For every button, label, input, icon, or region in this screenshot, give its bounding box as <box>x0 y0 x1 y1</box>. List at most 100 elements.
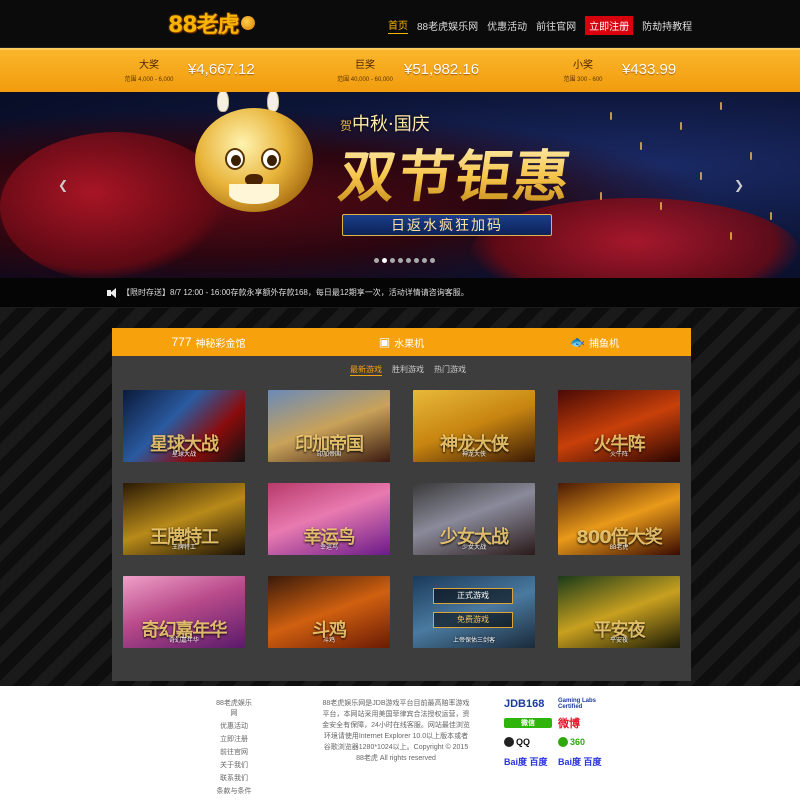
game-caption: 斗鸡 <box>322 638 335 644</box>
game-caption: 上帝保佑三剑客 <box>452 638 495 644</box>
carousel-dots <box>374 258 435 263</box>
footer: 88老虎娱乐网 优惠活动 立即注册 前往官网 关于我们 联系我们 条款与条件 8… <box>0 686 800 803</box>
game-play-buttons: 正式游戏 免费游戏 <box>433 588 513 628</box>
game-card[interactable]: 斗鸡 斗鸡 <box>268 576 390 648</box>
carousel-dot[interactable] <box>390 258 395 263</box>
carousel-dot[interactable] <box>382 258 387 263</box>
tab-fishing-machine[interactable]: 🐟 捕鱼机 <box>498 328 691 356</box>
baidu-logo-icon: Bai度 百度 <box>558 756 602 767</box>
jackpot-bar: 大奖 范围 4,000 - 6,000 ¥4,667.12 巨奖 范围 40,0… <box>0 48 800 92</box>
footer-link[interactable]: 关于我们 <box>213 760 255 770</box>
nav-entertainment[interactable]: 88老虎娱乐网 <box>417 18 478 33</box>
banner-title-big: 双节钜惠 <box>334 132 577 213</box>
game-caption: 火牛阵 <box>609 452 628 458</box>
partner-logos: JDB168 Gaming Labs Certified 微信 微博 QQ 36… <box>504 696 610 769</box>
game-caption: 神龙大侠 <box>461 452 486 458</box>
logo-text: 88老虎 <box>168 13 240 38</box>
play-free-button[interactable]: 免费游戏 <box>433 612 513 628</box>
carousel-dot[interactable] <box>406 258 411 263</box>
jackpot-name: 大奖 <box>139 60 159 71</box>
tab-label: 水果机 <box>394 338 425 350</box>
game-caption: 平安夜 <box>609 638 628 644</box>
game-card[interactable]: 正式游戏免费游戏上帝保佑三剑客 <box>413 576 535 648</box>
subtab-popular[interactable]: 热门游戏 <box>434 364 466 376</box>
game-category-tabs: 777 神秘彩金馆 ▣ 水果机 🐟 捕鱼机 <box>112 328 691 356</box>
top-header: 88老虎 首页 88老虎娱乐网 优惠活动 前往官网 立即注册 防劫持教程 <box>0 0 800 48</box>
game-card[interactable]: 印加帝国 印加帝国 <box>268 390 390 462</box>
tab-label: 捕鱼机 <box>588 338 619 350</box>
footer-link[interactable]: 优惠活动 <box>213 721 255 731</box>
wechat-logo-icon: 微信 <box>504 718 552 728</box>
jackpot-minor: 小奖 范围 300 - 600 ¥433.99 <box>554 56 676 83</box>
nav-anti-hijack-guide[interactable]: 防劫持教程 <box>642 18 692 33</box>
footer-link[interactable]: 88老虎娱乐网 <box>213 698 255 718</box>
carousel-dot[interactable] <box>422 258 427 263</box>
footer-link[interactable]: 联系我们 <box>213 773 255 783</box>
slot-777-icon: 777 <box>171 335 192 349</box>
game-card[interactable]: 王牌特工 王牌特工 <box>123 483 245 555</box>
game-card[interactable]: 平安夜 平安夜 <box>558 576 680 648</box>
footer-link[interactable]: 条款与条件 <box>213 786 255 796</box>
footer-link[interactable]: 立即注册 <box>213 734 255 744</box>
game-card[interactable]: 星球大战 星球大战 <box>123 390 245 462</box>
weibo-logo-icon: 微博 <box>558 718 580 730</box>
jackpot-range: 范围 40,000 - 60,000 <box>337 77 393 83</box>
site-logo[interactable]: 88老虎 <box>168 8 255 38</box>
game-subtabs: 最新游戏 胜利游戏 热门游戏 <box>350 364 466 376</box>
play-real-button[interactable]: 正式游戏 <box>433 588 513 604</box>
tab-fruit-machine[interactable]: ▣ 水果机 <box>305 328 498 356</box>
game-card[interactable]: 少女大战 少女大战 <box>413 483 535 555</box>
game-card[interactable]: 火牛阵 火牛阵 <box>558 390 680 462</box>
jackpot-name: 小奖 <box>573 60 593 71</box>
game-panel: 777 神秘彩金馆 ▣ 水果机 🐟 捕鱼机 最新游戏 胜利游戏 热门游戏 星球大… <box>112 328 691 681</box>
jdb-logo-icon: JDB168 <box>504 698 545 710</box>
game-card[interactable]: 800倍大奖 88老虎 <box>558 483 680 555</box>
subtab-winning[interactable]: 胜利游戏 <box>392 364 424 376</box>
carousel-dot[interactable] <box>430 258 435 263</box>
game-caption: 幸运鸟 <box>319 545 338 551</box>
nav-promotions[interactable]: 优惠活动 <box>487 18 527 33</box>
jackpot-range: 范围 300 - 600 <box>563 77 603 83</box>
promo-banner[interactable]: 贺中秋·国庆 双节钜惠 日返水疯狂加码 ❮ ❯ <box>0 92 800 278</box>
game-card[interactable]: 幸运鸟 幸运鸟 <box>268 483 390 555</box>
jackpot-major: 大奖 范围 4,000 - 6,000 ¥4,667.12 <box>120 56 255 83</box>
nav-home[interactable]: 首页 <box>388 17 408 34</box>
chevron-right-icon[interactable]: ❯ <box>734 178 744 192</box>
subtab-latest[interactable]: 最新游戏 <box>350 364 382 376</box>
tab-label: 神秘彩金馆 <box>195 338 246 350</box>
game-caption: 王牌特工 <box>171 545 196 551</box>
jackpot-name: 巨奖 <box>355 60 375 71</box>
carousel-dot[interactable] <box>398 258 403 263</box>
game-card[interactable]: 奇幻嘉年华 奇幻嘉年华 <box>123 576 245 648</box>
footer-links: 88老虎娱乐网 优惠活动 立即注册 前往官网 关于我们 联系我们 条款与条件 <box>213 698 255 796</box>
fruit-machine-icon: ▣ <box>378 335 391 349</box>
speaker-icon <box>107 288 117 298</box>
jackpot-amount: ¥4,667.12 <box>188 61 255 78</box>
baidu-logo-icon: Bai度 百度 <box>504 756 548 767</box>
footer-description: 88老虎娱乐网是JDB游戏平台目前最高赔率游戏平台，本网站采用美国菲律宾合法授权… <box>322 700 470 762</box>
register-button[interactable]: 立即注册 <box>585 16 634 35</box>
main-nav: 首页 88老虎娱乐网 优惠活动 前往官网 立即注册 防劫持教程 <box>388 16 692 35</box>
nav-official-site[interactable]: 前往官网 <box>536 18 576 33</box>
game-caption: 少女大战 <box>461 545 486 551</box>
game-grid: 星球大战 星球大战 印加帝国 印加帝国 神龙大侠 神龙大侠 火牛阵 火牛阵 王牌特工 王牌特工 幸运… <box>123 390 680 648</box>
gaming-labs-logo-icon: Gaming Labs Certified <box>558 698 597 710</box>
game-caption: 星球大战 <box>171 452 196 458</box>
banner-subtitle: 日返水疯狂加码 <box>342 214 552 236</box>
fish-icon: 🐟 <box>570 335 585 349</box>
game-card[interactable]: 神龙大侠 神龙大侠 <box>413 390 535 462</box>
carousel-dot[interactable] <box>414 258 419 263</box>
chevron-left-icon[interactable]: ❮ <box>58 178 68 192</box>
tab-mystery-jackpot[interactable]: 777 神秘彩金馆 <box>112 328 305 356</box>
game-caption: 印加帝国 <box>316 452 341 458</box>
jackpot-amount: ¥51,982.16 <box>404 61 480 78</box>
game-caption: 奇幻嘉年华 <box>168 638 199 644</box>
announcement-text[interactable]: 【限时存送】8/7 12:00 - 16:00存款永享额外存款168，每日最12… <box>122 287 469 298</box>
bunny-icon <box>217 92 229 112</box>
footer-link[interactable]: 前往官网 <box>213 747 255 757</box>
tiger-logo-icon <box>240 16 255 30</box>
carousel-dot[interactable] <box>374 258 379 263</box>
jackpot-range: 范围 4,000 - 6,000 <box>124 77 174 83</box>
tiger-mascot <box>195 92 313 212</box>
jackpot-grand: 巨奖 范围 40,000 - 60,000 ¥51,982.16 <box>336 56 479 83</box>
